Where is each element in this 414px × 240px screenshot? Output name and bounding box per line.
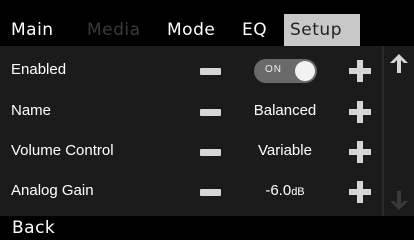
setting-label: Analog Gain (11, 182, 94, 199)
arrow-up-icon[interactable] (388, 52, 410, 74)
decrease-button[interactable] (200, 149, 221, 156)
decrease-button[interactable] (200, 68, 221, 75)
setting-value: Variable (258, 142, 312, 159)
setting-row-volume-control: Volume Control Variable (0, 132, 380, 172)
setting-row-enabled: Enabled ON (0, 51, 380, 91)
increase-button[interactable] (349, 60, 371, 82)
toggle-state-label: ON (265, 64, 282, 75)
setting-value: -6.0dB (226, 182, 344, 199)
decrease-button[interactable] (200, 189, 221, 196)
tab-eq[interactable]: EQ (242, 14, 267, 46)
arrow-down-icon[interactable] (388, 190, 410, 212)
increase-button[interactable] (349, 181, 371, 203)
enabled-toggle[interactable]: ON (254, 59, 317, 83)
tab-bar: Main Media Mode EQ Setup (0, 0, 414, 46)
tab-media: Media (87, 20, 141, 40)
settings-panel: Enabled ON Name Balanced Volume Control … (0, 46, 414, 216)
setting-row-analog-gain: Analog Gain -6.0dB (0, 172, 380, 212)
toggle-knob (295, 61, 315, 81)
decrease-button[interactable] (200, 109, 221, 116)
tab-main[interactable]: Main (11, 14, 54, 46)
back-button[interactable]: Back (12, 218, 55, 238)
gain-unit: dB (291, 186, 305, 198)
setting-label: Volume Control (11, 142, 114, 159)
tab-mode[interactable]: Mode (167, 14, 215, 46)
gain-number: -6.0 (265, 182, 292, 199)
setting-label: Name (11, 102, 52, 119)
setting-row-name: Name Balanced (0, 92, 380, 132)
setting-label: Enabled (11, 61, 67, 78)
setting-value: Balanced (253, 102, 317, 119)
increase-button[interactable] (349, 101, 371, 123)
tab-setup[interactable]: Setup (284, 14, 360, 46)
scroll-divider (382, 46, 384, 216)
bottom-bar: Back (0, 216, 414, 240)
increase-button[interactable] (349, 141, 371, 163)
